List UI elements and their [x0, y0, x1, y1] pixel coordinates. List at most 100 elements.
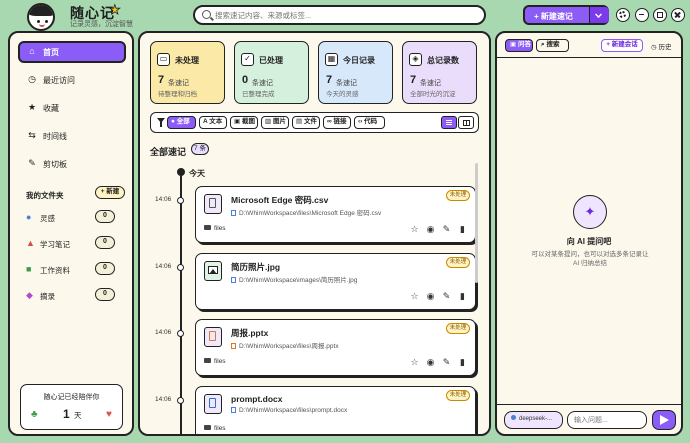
maximize-button[interactable] [653, 8, 667, 22]
note-card[interactable]: 周报.pptx D:\WhimWorkspace\files\周报.pptx f… [195, 319, 476, 376]
delete-trash-icon[interactable]: ▮ [457, 357, 468, 368]
stat-number: 0 [242, 74, 249, 86]
note-card[interactable]: prompt.docx D:\WhimWorkspace\files\promp… [195, 386, 476, 434]
search-input[interactable] [215, 9, 475, 22]
settings-button[interactable] [616, 8, 630, 22]
stat-card-processed[interactable]: ✓ 已处理 0 条速记 已整理完成 [234, 41, 309, 104]
sidebar-item-timeline[interactable]: ⇆ 时间线 [18, 125, 126, 147]
section-title: 全部速记 [150, 147, 187, 157]
file-path-icon [231, 277, 236, 283]
filter-chip-file[interactable]: ▤ 文件 [292, 116, 320, 129]
sidebar-item-label: 收藏 [43, 104, 59, 113]
filter-chip-image[interactable]: ▨ 图片 [261, 116, 289, 129]
note-title: 简历照片.jpg [231, 262, 281, 272]
folder-item-inspiration[interactable]: ● 灵感 0 [26, 210, 126, 226]
note-tag[interactable]: files [204, 225, 226, 232]
stat-desc: 待整理和归档 [158, 91, 197, 98]
list-view-icon [446, 120, 452, 125]
folder-count: 0 [95, 262, 115, 275]
note-actions: ☆ ◉ ✎ ▮ [409, 291, 469, 303]
stat-card-unprocessed[interactable]: ▭ 未处理 7 条速记 待整理和归档 [150, 41, 225, 104]
file-path-icon [231, 407, 236, 413]
tab-label: 问答 [517, 41, 531, 48]
stat-card-today[interactable]: ▦ 今日记录 7 条速记 今天的灵感 [318, 41, 393, 104]
filter-chip-link[interactable]: ∞ 链接 [323, 116, 351, 129]
filter-chip-text[interactable]: A 文本 [199, 116, 227, 129]
tab-qa[interactable]: ▣ 问答 [505, 39, 533, 52]
folder-label: 学习笔记 [40, 240, 70, 249]
minimize-button[interactable] [635, 8, 649, 22]
folder-label: 工作资料 [40, 266, 70, 275]
heart-icon: ♥ [106, 409, 112, 420]
filter-chip-screenshot[interactable]: ▣ 截图 [230, 116, 258, 129]
folders-header: 我的文件夹 [26, 191, 64, 200]
edit-pencil-icon[interactable]: ✎ [441, 357, 452, 368]
edit-pencil-icon[interactable]: ✎ [441, 224, 452, 235]
stat-card-total[interactable]: ◈ 总记录数 7 条速记 全部时光的沉淀 [402, 41, 477, 104]
send-button[interactable] [652, 410, 676, 430]
stat-title: 今日记录 [343, 56, 375, 65]
note-title: prompt.docx [231, 394, 283, 404]
close-button[interactable] [671, 8, 685, 22]
delete-trash-icon[interactable]: ▮ [457, 291, 468, 302]
history-button[interactable]: ◷ 历史 [651, 41, 671, 51]
preview-eye-icon[interactable]: ◉ [425, 224, 436, 235]
folder-count: 0 [95, 210, 115, 223]
home-icon: ⌂ [29, 46, 35, 56]
note-actions: ☆ ◉ ✎ ▮ [409, 224, 469, 236]
star-icon: ★ [109, 2, 121, 18]
note-path-text: D:\WhimWorkspace\images\简历照片.jpg [239, 277, 358, 284]
note-tag[interactable]: files [204, 425, 226, 432]
delete-trash-icon[interactable]: ▮ [457, 224, 468, 235]
sidebar-item-recent[interactable]: ◷ 最近访问 [18, 69, 126, 91]
scrollbar-thumb[interactable] [475, 163, 478, 283]
add-folder-button[interactable]: + 新建 [95, 186, 125, 199]
stat-number: 7 [158, 74, 165, 86]
preview-eye-icon[interactable]: ◉ [425, 357, 436, 368]
sidebar-item-clipboard[interactable]: ✎ 剪切板 [18, 153, 126, 175]
favorite-star-icon[interactable]: ☆ [409, 291, 420, 302]
check-square-icon: ✓ [241, 53, 254, 66]
favorite-star-icon[interactable]: ☆ [409, 224, 420, 235]
tab-label: 搜索 [546, 41, 560, 48]
stat-title: 总记录数 [427, 56, 459, 65]
question-input[interactable] [567, 411, 647, 429]
bookmark-icon: ◆ [26, 290, 33, 300]
model-selector[interactable]: deepseek-... [504, 411, 563, 429]
note-path-text: D:\WhimWorkspace\files\prompt.docx [239, 407, 348, 414]
folder-item-work[interactable]: ■ 工作资料 0 [26, 262, 126, 278]
search-icon [202, 10, 211, 19]
note-card[interactable]: Microsoft Edge 密码.csv D:\WhimWorkspace\f… [195, 186, 476, 243]
top-bar: 随心记 ★ 记录灵感，沉淀智慧 + 新建速记 [0, 0, 690, 32]
favorite-star-icon[interactable]: ☆ [409, 357, 420, 368]
note-tag[interactable]: files [204, 358, 226, 365]
status-badge: 未处理 [446, 257, 470, 268]
new-note-dropdown[interactable] [589, 7, 609, 23]
search-bar[interactable] [193, 5, 486, 25]
folder-item-excerpts[interactable]: ◆ 摘录 0 [26, 288, 126, 304]
sidebar-item-favorites[interactable]: ★ 收藏 [18, 97, 126, 119]
stat-number: 7 [326, 74, 333, 86]
status-badge: 未处理 [446, 323, 470, 334]
sidebar-item-home[interactable]: ⌂ 首页 [18, 41, 126, 63]
tab-search[interactable]: ⌕ 搜索 [536, 39, 569, 52]
filter-chip-all[interactable]: ● 全部 [167, 116, 196, 129]
list-view-button[interactable] [441, 116, 457, 129]
preview-eye-icon[interactable]: ◉ [425, 291, 436, 302]
note-card[interactable]: 简历照片.jpg D:\WhimWorkspace\images\简历照片.jp… [195, 253, 476, 310]
file-icon [204, 327, 222, 347]
history-label: 历史 [658, 44, 672, 51]
filter-chip-code[interactable]: ‹› 代码 [354, 116, 385, 129]
grid-view-button[interactable] [458, 116, 474, 129]
status-badge: 未处理 [446, 390, 470, 401]
edit-pencil-icon[interactable]: ✎ [441, 291, 452, 302]
stat-unit: 条速记 [420, 80, 441, 87]
minimize-icon [639, 13, 644, 16]
note-path: D:\WhimWorkspace\files\周报.pptx [231, 340, 339, 350]
folder-label: 灵感 [40, 214, 55, 223]
folder-item-study-notes[interactable]: ▲ 学习笔记 0 [26, 236, 126, 252]
new-note-button[interactable]: + 新建速记 [523, 5, 609, 25]
new-chat-button[interactable]: + 新建会话 [601, 39, 643, 52]
timeline-dot [177, 264, 184, 271]
folder-count: 0 [95, 288, 115, 301]
